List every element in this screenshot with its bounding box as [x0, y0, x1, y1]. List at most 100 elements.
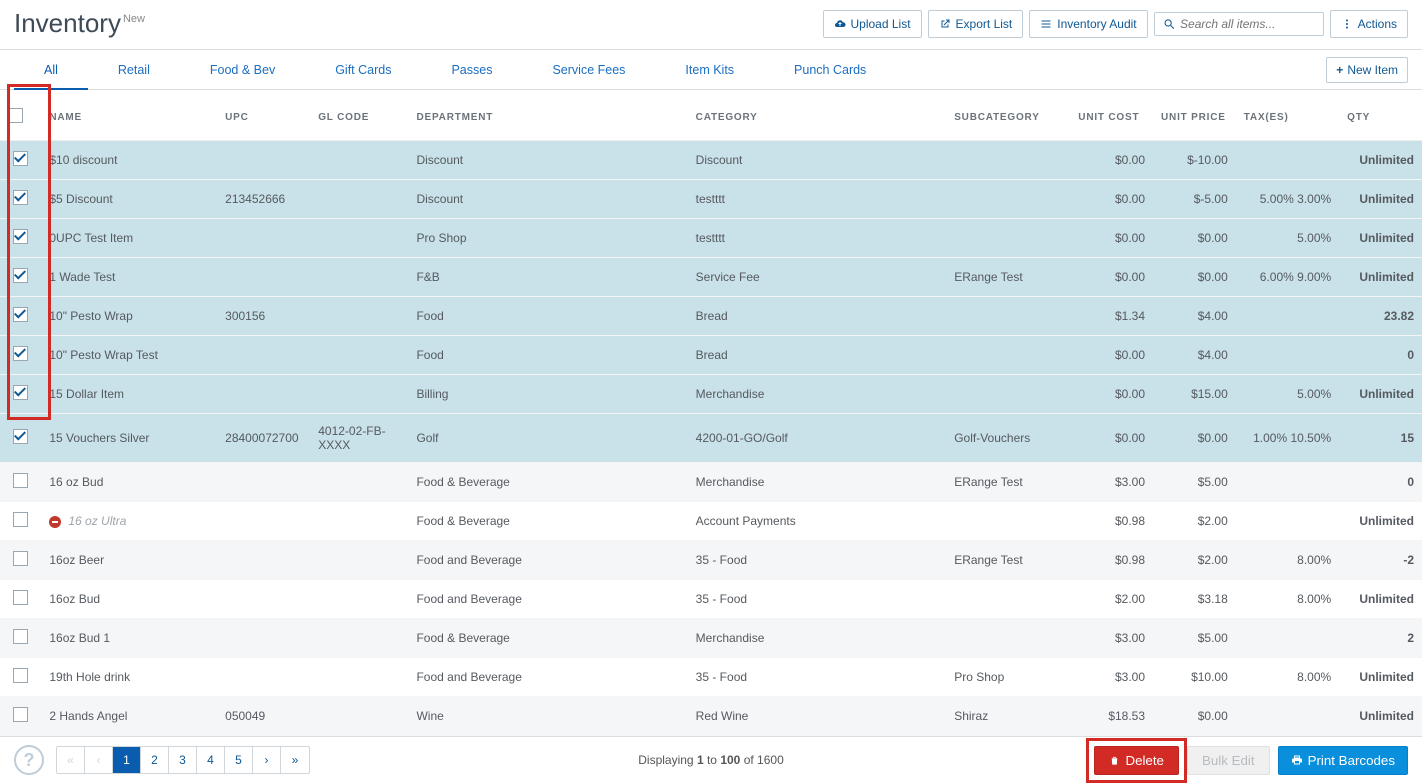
item-qty[interactable]: Unlimited [1339, 658, 1422, 697]
table-row[interactable]: 0UPC Test ItemPro Shoptestttt$0.00$0.005… [0, 219, 1422, 258]
col-upc[interactable]: UPC [217, 90, 310, 141]
tab-gift-cards[interactable]: Gift Cards [305, 50, 421, 90]
item-price: $4.00 [1153, 297, 1236, 336]
table-row[interactable]: 15 Dollar ItemBillingMerchandise$0.00$15… [0, 375, 1422, 414]
row-checkbox[interactable] [13, 229, 28, 244]
item-qty[interactable]: Unlimited [1339, 180, 1422, 219]
table-row[interactable]: 16 oz BudFood & BeverageMerchandiseERang… [0, 463, 1422, 502]
row-checkbox[interactable] [13, 307, 28, 322]
item-qty[interactable]: Unlimited [1339, 258, 1422, 297]
page-1[interactable]: 1 [113, 747, 141, 773]
page-4[interactable]: 4 [197, 747, 225, 773]
item-tax [1236, 463, 1339, 502]
col-subcat[interactable]: SUBCATEGORY [946, 90, 1070, 141]
page-prev[interactable]: ‹ [85, 747, 113, 773]
item-qty[interactable]: Unlimited [1339, 697, 1422, 736]
select-all-checkbox[interactable] [8, 108, 23, 123]
help-button[interactable]: ? [14, 745, 44, 775]
table-row[interactable]: 16oz Bud 1Food & BeverageMerchandise$3.0… [0, 619, 1422, 658]
col-price[interactable]: UNIT PRICE [1153, 90, 1236, 141]
table-row[interactable]: $5 Discount213452666Discounttestttt$0.00… [0, 180, 1422, 219]
col-qty[interactable]: QTY [1339, 90, 1422, 141]
actions-button[interactable]: Actions [1330, 10, 1408, 38]
row-checkbox[interactable] [13, 429, 28, 444]
item-qty[interactable]: Unlimited [1339, 580, 1422, 619]
tab-food-bev[interactable]: Food & Bev [180, 50, 305, 90]
table-row[interactable]: 1 Wade TestF&BService FeeERange Test$0.0… [0, 258, 1422, 297]
new-item-label: New Item [1347, 63, 1398, 77]
tab-item-kits[interactable]: Item Kits [655, 50, 764, 90]
item-qty[interactable]: Unlimited [1339, 141, 1422, 180]
upload-list-button[interactable]: Upload List [823, 10, 922, 38]
row-checkbox[interactable] [13, 551, 28, 566]
row-checkbox[interactable] [13, 707, 28, 722]
table-row[interactable]: 10" Pesto Wrap300156FoodBread$1.34$4.002… [0, 297, 1422, 336]
search-container[interactable] [1154, 12, 1324, 36]
item-tax: 8.00% [1236, 541, 1339, 580]
row-checkbox[interactable] [13, 473, 28, 488]
col-gl[interactable]: GL CODE [310, 90, 408, 141]
print-barcodes-button[interactable]: Print Barcodes [1278, 746, 1408, 775]
page-2[interactable]: 2 [141, 747, 169, 773]
inventory-audit-button[interactable]: Inventory Audit [1029, 10, 1147, 38]
search-input[interactable] [1180, 17, 1315, 31]
item-price: $3.18 [1153, 580, 1236, 619]
row-checkbox[interactable] [13, 629, 28, 644]
tab-passes[interactable]: Passes [421, 50, 522, 90]
row-checkbox[interactable] [13, 190, 28, 205]
item-qty[interactable]: 0 [1339, 336, 1422, 375]
page-3[interactable]: 3 [169, 747, 197, 773]
page-next[interactable]: › [253, 747, 281, 773]
row-checkbox[interactable] [13, 346, 28, 361]
item-dept: Food and Beverage [408, 541, 687, 580]
page-last[interactable]: » [281, 747, 309, 773]
page-first[interactable]: « [57, 747, 85, 773]
tab-punch-cards[interactable]: Punch Cards [764, 50, 896, 90]
export-list-button[interactable]: Export List [928, 10, 1024, 38]
page-5[interactable]: 5 [225, 747, 253, 773]
row-checkbox[interactable] [13, 668, 28, 683]
item-qty[interactable]: Unlimited [1339, 502, 1422, 541]
table-row[interactable]: 15 Vouchers Silver284000727004012-02-FB-… [0, 414, 1422, 463]
row-checkbox[interactable] [13, 385, 28, 400]
item-qty[interactable]: 2 [1339, 619, 1422, 658]
item-tax [1236, 697, 1339, 736]
delete-button[interactable]: Delete [1094, 746, 1179, 775]
item-qty[interactable]: Unlimited [1339, 219, 1422, 258]
table-row[interactable]: 19th Hole drinkFood and Beverage35 - Foo… [0, 658, 1422, 697]
item-cat: Bread [688, 297, 947, 336]
item-upc: 213452666 [217, 180, 310, 219]
tab-service-fees[interactable]: Service Fees [522, 50, 655, 90]
item-qty[interactable]: 23.82 [1339, 297, 1422, 336]
table-row[interactable]: 16oz BudFood and Beverage35 - Food$2.00$… [0, 580, 1422, 619]
col-tax[interactable]: TAX(ES) [1236, 90, 1339, 141]
pagination-info: Displaying 1 to 100 of 1600 [638, 753, 784, 767]
table-row[interactable]: $10 discountDiscountDiscount$0.00$-10.00… [0, 141, 1422, 180]
row-checkbox[interactable] [13, 151, 28, 166]
col-cat[interactable]: CATEGORY [688, 90, 947, 141]
col-name[interactable]: NAME [41, 90, 217, 141]
row-checkbox[interactable] [13, 512, 28, 527]
col-cost[interactable]: UNIT COST [1070, 90, 1153, 141]
tab-retail[interactable]: Retail [88, 50, 180, 90]
table-row[interactable]: 2 Hands Angel050049WineRed WineShiraz$18… [0, 697, 1422, 736]
row-checkbox[interactable] [13, 268, 28, 283]
item-qty[interactable]: -2 [1339, 541, 1422, 580]
item-price: $-10.00 [1153, 141, 1236, 180]
col-dept[interactable]: DEPARTMENT [408, 90, 687, 141]
item-cat: testttt [688, 180, 947, 219]
tab-all[interactable]: All [14, 50, 88, 90]
item-gl [310, 297, 408, 336]
item-upc [217, 580, 310, 619]
item-qty[interactable]: 0 [1339, 463, 1422, 502]
new-item-button[interactable]: + New Item [1326, 57, 1408, 83]
table-row[interactable]: 16 oz UltraFood & BeverageAccount Paymen… [0, 502, 1422, 541]
table-row[interactable]: 10" Pesto Wrap TestFoodBread$0.00$4.000 [0, 336, 1422, 375]
item-qty[interactable]: 15 [1339, 414, 1422, 463]
list-icon [1040, 18, 1052, 30]
item-gl [310, 141, 408, 180]
table-row[interactable]: 16oz BeerFood and Beverage35 - FoodERang… [0, 541, 1422, 580]
item-qty[interactable]: Unlimited [1339, 375, 1422, 414]
row-checkbox[interactable] [13, 590, 28, 605]
item-gl [310, 219, 408, 258]
